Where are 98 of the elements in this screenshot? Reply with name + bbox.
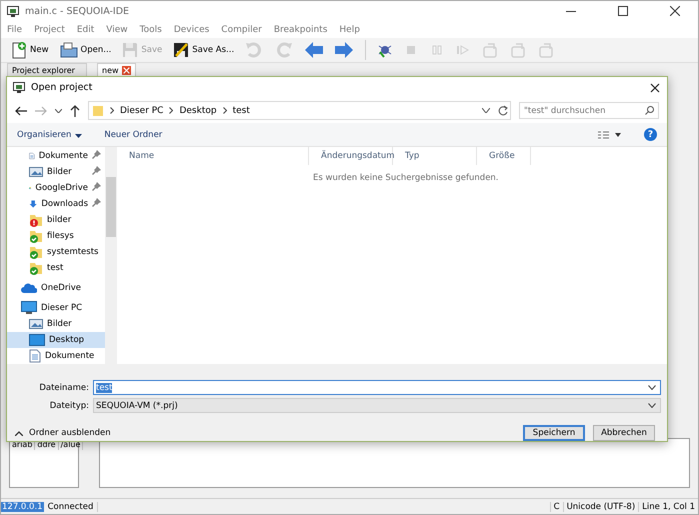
command-button[interactable]: Organisieren (17, 130, 82, 140)
field-label: Dateityp: (48, 400, 90, 410)
status-field: C (550, 502, 563, 512)
navigation-item[interactable]: Dieser PC (7, 300, 105, 316)
menu-item[interactable]: Breakpoints (274, 24, 328, 34)
menu-item[interactable]: Tools (140, 24, 162, 34)
status-field: Line 1, Col 1 (638, 502, 698, 512)
up-arrow-icon[interactable] (70, 104, 80, 117)
column-header[interactable]: Größe (477, 147, 531, 166)
help-button[interactable]: ? (644, 128, 657, 142)
search-icon (645, 106, 654, 116)
breadcrumb-item[interactable]: Dieser PC (120, 106, 164, 116)
monitor-icon (7, 6, 19, 16)
editor-tab[interactable]: new (97, 63, 136, 77)
picture-icon (29, 166, 43, 178)
navigation-item[interactable]: Dokumente (7, 348, 105, 364)
connection-status: Connected (44, 502, 98, 512)
toolbar-button[interactable]: Open... (56, 39, 114, 61)
quick-access-item[interactable]: test (7, 260, 105, 276)
quick-access-item[interactable]: systemtests (7, 244, 105, 260)
pin-icon (92, 198, 101, 208)
folder-check-icon (29, 245, 43, 260)
breadcrumb-item[interactable]: test (232, 106, 250, 116)
empty-message: Es wurden keine Suchergebnisse gefunden. (312, 172, 500, 184)
navigation-item[interactable]: Bilder (7, 316, 105, 332)
view-options-icon[interactable] (598, 130, 622, 139)
back-button[interactable] (15, 104, 27, 117)
save-as-icon (172, 41, 190, 59)
menu-item[interactable]: Project (34, 24, 65, 34)
quick-access-item[interactable]: GoogleDrive (7, 180, 105, 196)
step-over-icon (509, 41, 528, 59)
left-arrow-icon (304, 41, 324, 59)
pin-icon (92, 150, 101, 160)
filetype-dropdown[interactable]: SEQUOIA-VM (*.prj) (93, 398, 661, 413)
hide-folders-button[interactable]: Ordner ausblenden (15, 428, 111, 438)
caret-icon (15, 430, 23, 436)
menu-item[interactable]: Edit (76, 24, 94, 34)
menu-item[interactable]: Help (339, 24, 360, 34)
step-over-icon (481, 41, 500, 59)
monitor-icon (13, 82, 25, 94)
dropdown-caret-icon[interactable] (55, 108, 62, 113)
toolbar-button[interactable]: New (7, 39, 52, 61)
folder-icon (92, 104, 104, 117)
command-button[interactable]: Neuer Ordner (104, 130, 162, 140)
right-arrow-icon (334, 41, 354, 59)
folder-error-icon (29, 213, 43, 228)
minimize-icon (566, 10, 576, 12)
menu-item[interactable]: View (106, 24, 128, 34)
chevron-icon (110, 107, 114, 114)
pin-icon (92, 182, 101, 192)
redo-icon (274, 41, 294, 59)
column-header[interactable]: Name (117, 147, 309, 166)
chevron-icon (169, 107, 174, 114)
folder-check-icon (29, 229, 43, 244)
menu-item[interactable]: Compiler (221, 24, 262, 34)
navigation-item[interactable]: Desktop (7, 332, 105, 348)
quick-access-item[interactable]: filesys (7, 228, 105, 244)
monitor-icon (21, 301, 37, 316)
quick-access-item[interactable]: Dokumente (7, 148, 105, 164)
quick-access-item[interactable]: bilder (7, 212, 105, 228)
step-over-icon (537, 41, 556, 59)
pin-icon (92, 166, 101, 176)
field-label: Dateiname: (38, 382, 90, 392)
quick-access-item[interactable]: Bilder (7, 164, 105, 180)
dropdown-caret-icon[interactable] (648, 403, 656, 408)
menu-item[interactable]: File (7, 24, 22, 34)
quick-access-item[interactable]: Downloads (7, 196, 105, 212)
status-field: Unicode (UTF-8) (562, 502, 638, 512)
address-bar[interactable]: Dieser PC Desktop test (88, 101, 511, 120)
desktop-icon (29, 334, 45, 346)
close-tab-button[interactable] (122, 66, 131, 75)
dialog-button[interactable]: Speichern (523, 425, 585, 441)
chevron-icon (222, 107, 227, 114)
close-icon (670, 6, 680, 16)
window-title: main.c - SEQUOIA-IDE (25, 6, 130, 16)
new-file-icon (10, 41, 28, 59)
folder-check-icon (29, 261, 43, 276)
horizontal-scrollbar[interactable] (7, 364, 667, 372)
navigation-item[interactable]: OneDrive (7, 280, 105, 296)
dialog-button[interactable]: Abbrechen (593, 425, 655, 441)
search-field[interactable]: "test" durchsuchen (519, 102, 659, 120)
toolbar-button[interactable]: Save As... (169, 39, 238, 61)
maximize-icon (618, 6, 628, 16)
breadcrumb-item[interactable]: Desktop (179, 106, 217, 116)
picture-icon (29, 318, 43, 330)
panel-tab[interactable]: Project explorer (7, 63, 87, 77)
column-header[interactable]: Änderungsdatum (309, 147, 393, 166)
dropdown-caret-icon[interactable] (648, 385, 656, 390)
cloud-icon (21, 283, 37, 294)
dialog-title: Open project (31, 82, 92, 94)
folder-icon (58, 41, 79, 59)
menu-item[interactable]: Devices (174, 24, 210, 34)
filename-field[interactable]: test (93, 380, 661, 395)
close-icon (650, 82, 660, 93)
dropdown-caret-icon[interactable] (482, 108, 490, 114)
address-label: 127.0.0.1 (1, 502, 44, 512)
column-header[interactable]: Typ (393, 147, 477, 166)
refresh-icon[interactable] (496, 104, 510, 117)
